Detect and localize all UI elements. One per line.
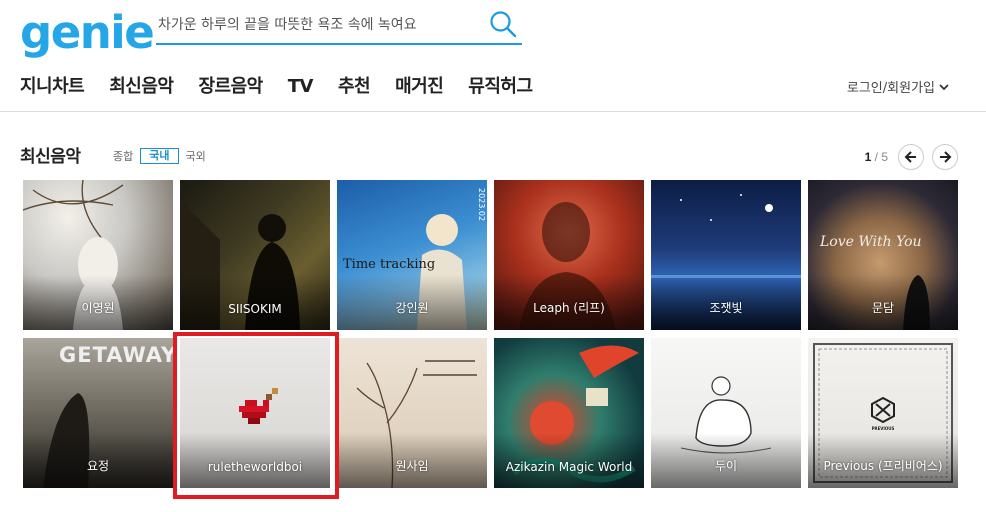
header-divider bbox=[0, 111, 986, 112]
main-nav: 지니차트 최신음악 장르음악 TV 추천 매거진 뮤직허그 bbox=[20, 74, 558, 100]
nav-item-genre[interactable]: 장르음악 bbox=[199, 74, 264, 100]
search-icon[interactable] bbox=[488, 9, 518, 39]
album-artist-name: 문담 bbox=[871, 301, 895, 315]
filter-all[interactable]: 종합 bbox=[113, 148, 133, 164]
album-tile[interactable]: Azikazin Magic World bbox=[494, 338, 644, 488]
cover-title-text: GETAWAY bbox=[59, 343, 173, 367]
album-tile[interactable]: 이영원 bbox=[23, 180, 173, 330]
cover-title-text: PREVIOUS bbox=[872, 426, 895, 431]
nav-item-recommend[interactable]: 추천 bbox=[338, 74, 371, 100]
album-tile[interactable]: SIISOKIM bbox=[180, 180, 330, 330]
page-current: 1 bbox=[864, 150, 872, 164]
arrow-right-icon bbox=[940, 151, 952, 163]
album-artist-name: 조잿빛 bbox=[709, 301, 743, 315]
album-artist-name: 강인원 bbox=[395, 301, 429, 315]
next-page-button[interactable] bbox=[932, 144, 958, 170]
album-tile[interactable]: Love With You 문담 bbox=[808, 180, 958, 330]
album-artist-name: 두이 bbox=[714, 459, 738, 473]
search-bar bbox=[156, 6, 522, 45]
section-title: 최신음악 bbox=[20, 147, 81, 167]
album-tile[interactable]: ruletheworldboi bbox=[180, 338, 330, 488]
nav-item-new-music[interactable]: 최신음악 bbox=[109, 74, 174, 100]
nav-item-magazine[interactable]: 매거진 bbox=[395, 74, 444, 100]
login-signup-link[interactable]: 로그인/회원가입 bbox=[847, 77, 950, 96]
album-artist-name: ruletheworldboi bbox=[207, 460, 303, 474]
nav-item-music-hug[interactable]: 뮤직허그 bbox=[468, 74, 533, 100]
album-artist-name: 요정 bbox=[86, 459, 110, 473]
album-artist-name: 원사임 bbox=[395, 459, 429, 473]
album-artist-name: 이영원 bbox=[81, 301, 115, 315]
album-tile[interactable]: GETAWAY 요정 bbox=[23, 338, 173, 488]
chevron-down-icon bbox=[939, 83, 949, 90]
page-total: / 5 bbox=[874, 150, 888, 164]
genie-logo[interactable]: genie bbox=[20, 6, 155, 60]
filter-foreign[interactable]: 국외 bbox=[186, 148, 206, 164]
prev-page-button[interactable] bbox=[898, 144, 924, 170]
album-artist-name: Previous (프리비어스) bbox=[823, 459, 943, 473]
nav-item-genie-chart[interactable]: 지니차트 bbox=[20, 74, 85, 100]
album-artist-name: Leaph (리프) bbox=[533, 301, 605, 315]
login-label: 로그인/회원가입 bbox=[846, 81, 935, 96]
album-tile[interactable]: Time tracking 2023.02 강인원 bbox=[337, 180, 487, 330]
pixel-heart-icon bbox=[239, 388, 278, 424]
album-artist-name: SIISOKIM bbox=[228, 302, 282, 316]
region-filter: 종합 국내 국외 bbox=[113, 148, 213, 164]
album-grid: 이영원 SIISOKIM Time tracking 2023.02 강인원 L… bbox=[23, 180, 959, 488]
album-artist-name: Azikazin Magic World bbox=[505, 460, 633, 474]
cover-title-text: Time tracking bbox=[343, 257, 435, 272]
album-tile[interactable]: 원사임 bbox=[337, 338, 487, 488]
arrow-left-icon bbox=[904, 151, 916, 163]
page-indicator: 1 / 5 bbox=[865, 150, 888, 164]
cover-date-text: 2023.02 bbox=[477, 188, 486, 221]
album-tile[interactable]: Leaph (리프) bbox=[494, 180, 644, 330]
nav-item-tv[interactable]: TV bbox=[288, 74, 314, 100]
cover-title-text: Love With You bbox=[819, 234, 922, 250]
filter-domestic[interactable]: 국내 bbox=[140, 148, 179, 164]
previous-logo-icon bbox=[871, 396, 895, 424]
search-input[interactable] bbox=[158, 14, 478, 36]
album-tile[interactable]: PREVIOUS Previous (프리비어스) bbox=[808, 338, 958, 488]
album-tile[interactable]: 조잿빛 bbox=[651, 180, 801, 330]
album-tile[interactable]: 두이 bbox=[651, 338, 801, 488]
